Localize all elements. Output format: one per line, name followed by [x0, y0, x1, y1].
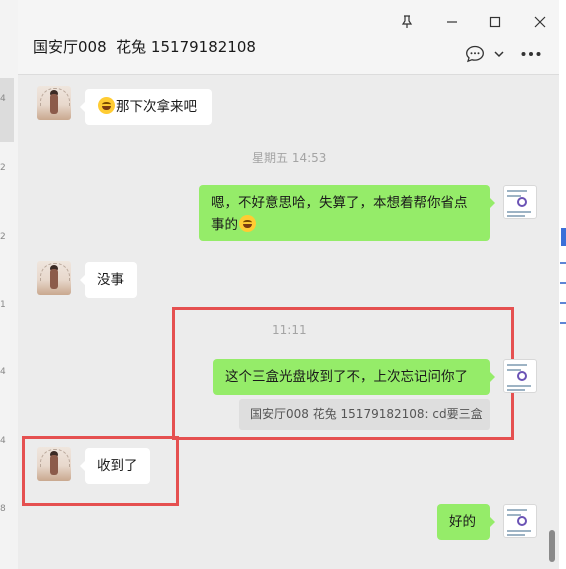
contact-avatar[interactable] — [37, 261, 71, 295]
my-avatar[interactable] — [503, 359, 537, 393]
message-timestamp: 星期五 14:53 — [252, 151, 327, 165]
list-edge-number: 4 — [0, 94, 6, 104]
chat-title: 国安厅008 花兔 15179182108 — [33, 38, 256, 56]
message-bubble-sent[interactable]: 这个三盒光盘收到了不，上次忘记问你了 — [213, 359, 495, 395]
list-edge-number: 2 — [0, 232, 6, 242]
list-edge-number: 2 — [0, 163, 6, 173]
message-bubble-received[interactable]: 没事 — [80, 262, 137, 298]
my-avatar[interactable] — [503, 504, 537, 538]
chat-window: 国安厅008 花兔 15179182108 那下次拿来吧 星期五 14:53 嗯… — [18, 0, 559, 569]
message-list[interactable]: 那下次拿来吧 星期五 14:53 嗯，不好意思哈，失算了，本想着帮你省点 事的 … — [18, 75, 559, 569]
conversation-list-edge: 4 2 2 1 4 4 8 — [0, 0, 19, 569]
selected-conversation-marker — [0, 78, 14, 142]
message-bubble-received[interactable]: 收到了 — [80, 448, 150, 484]
contact-avatar[interactable] — [37, 86, 71, 120]
more-icon[interactable] — [519, 43, 543, 65]
laugh-cry-emoji — [239, 215, 256, 232]
my-avatar[interactable] — [503, 185, 537, 219]
chat-header: 国安厅008 花兔 15179182108 — [18, 0, 559, 75]
minimize-icon[interactable] — [440, 10, 464, 34]
message-text: 好的 — [449, 514, 476, 530]
scrollbar-thumb[interactable] — [549, 530, 555, 562]
message-text: 收到了 — [97, 458, 138, 474]
background-window-edge — [559, 0, 566, 569]
close-icon[interactable] — [528, 10, 552, 34]
background-mark — [560, 262, 566, 264]
background-mark — [560, 322, 566, 324]
message-timestamp: 11:11 — [272, 323, 307, 337]
maximize-icon[interactable] — [483, 10, 507, 34]
grin-emoji — [98, 97, 115, 114]
chat-bubble-icon[interactable] — [464, 43, 486, 65]
list-edge-number: 4 — [0, 367, 6, 377]
message-text-line: 事的 — [211, 217, 238, 233]
message-text: 那下次拿来吧 — [116, 99, 197, 115]
pin-icon[interactable] — [395, 10, 419, 34]
background-mark — [560, 302, 566, 304]
list-edge-number: 8 — [0, 504, 6, 514]
message-bubble-sent[interactable]: 嗯，不好意思哈，失算了，本想着帮你省点 事的 — [199, 185, 495, 241]
message-text: 没事 — [97, 272, 124, 288]
contact-avatar[interactable] — [37, 447, 71, 481]
background-mark — [560, 282, 566, 284]
list-edge-number: 1 — [0, 300, 6, 310]
message-text-line: 嗯，不好意思哈，失算了，本想着帮你省点 — [211, 195, 468, 211]
list-edge-number: 4 — [0, 436, 6, 446]
quoted-message[interactable]: 国安厅008 花兔 15179182108: cd要三盒 — [239, 399, 490, 430]
chevron-down-icon[interactable] — [492, 43, 506, 65]
message-bubble-sent[interactable]: 好的 — [437, 504, 495, 540]
background-highlight — [561, 228, 566, 246]
message-text: 这个三盒光盘收到了不，上次忘记问你了 — [225, 369, 468, 385]
message-bubble-received[interactable]: 那下次拿来吧 — [80, 89, 212, 125]
